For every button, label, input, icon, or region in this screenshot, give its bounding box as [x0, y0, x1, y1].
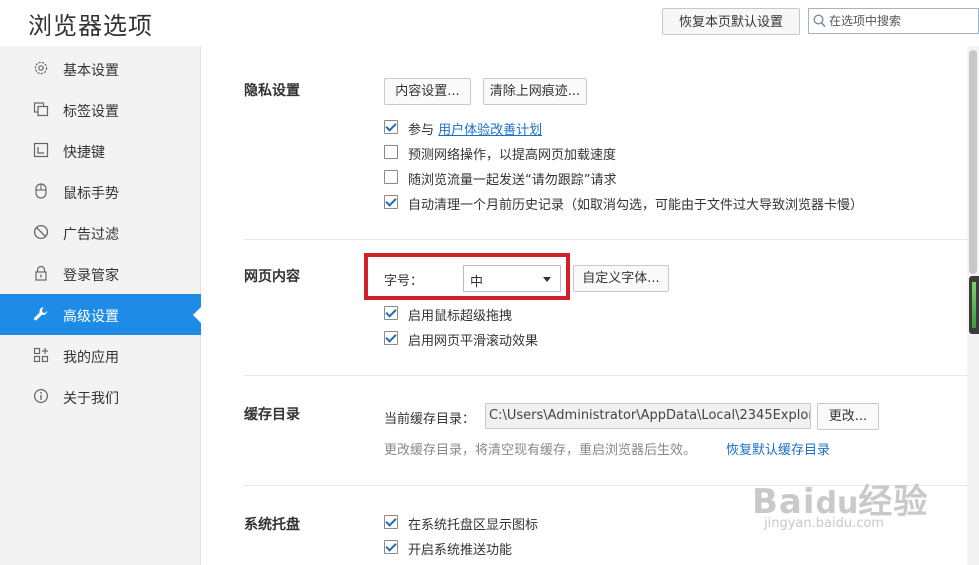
- settings-content: 隐私设置 内容设置... 清除上网痕迹... 参与 用户体验改善计划 预测网络操…: [201, 46, 967, 565]
- gear-icon: [34, 61, 48, 75]
- sidebar-item-label: 广告过滤: [63, 227, 119, 243]
- side-widget: [969, 276, 979, 334]
- ux-program-checkbox[interactable]: [384, 120, 398, 134]
- wrench-icon: [34, 307, 48, 321]
- push-notify-checkbox[interactable]: [384, 540, 398, 554]
- super-drag-checkbox[interactable]: [384, 306, 398, 320]
- divider: [244, 485, 967, 486]
- sidebar-item-shortcuts[interactable]: 快捷键: [0, 130, 201, 171]
- header: 浏览器选项 恢复本页默认设置: [0, 0, 979, 46]
- sidebar-item-advanced[interactable]: 高级设置: [0, 294, 201, 335]
- tray-icon-checkbox[interactable]: [384, 515, 398, 529]
- search-box[interactable]: [808, 8, 979, 34]
- tray-section-title: 系统托盘: [244, 517, 300, 533]
- block-icon: [33, 224, 49, 240]
- apps-icon: [33, 347, 49, 363]
- ux-program-link[interactable]: 用户体验改善计划: [438, 123, 542, 138]
- privacy-section-title: 隐私设置: [244, 83, 300, 99]
- tabs-icon: [33, 102, 49, 117]
- info-icon: [33, 388, 49, 404]
- sidebar-item-label: 我的应用: [63, 350, 119, 366]
- cache-section-title: 缓存目录: [244, 407, 300, 423]
- sidebar-item-label: 快捷键: [63, 145, 105, 161]
- web-content-section-title: 网页内容: [244, 269, 300, 285]
- change-cache-button[interactable]: 更改...: [817, 403, 879, 430]
- sidebar: 基本设置 标签设置 快捷键 鼠标手势 广告过滤 登录管家 高级设置 我的应用 关…: [0, 46, 201, 565]
- sidebar-item-tabs[interactable]: 标签设置: [0, 89, 201, 130]
- keyboard-icon: [33, 142, 49, 158]
- sidebar-item-my-apps[interactable]: 我的应用: [0, 335, 201, 376]
- auto-clean-history-checkbox[interactable]: [384, 195, 398, 209]
- sidebar-item-about[interactable]: 关于我们: [0, 376, 201, 417]
- search-input[interactable]: [829, 12, 977, 30]
- scrollbar-thumb[interactable]: [969, 50, 977, 274]
- sidebar-item-label: 标签设置: [63, 104, 119, 120]
- highlight-annotation: [364, 253, 570, 300]
- search-icon: [813, 14, 826, 28]
- sidebar-item-basic[interactable]: 基本设置: [0, 48, 201, 89]
- sidebar-item-label: 基本设置: [63, 63, 119, 79]
- content-settings-button[interactable]: 内容设置...: [384, 78, 471, 105]
- do-not-track-checkbox[interactable]: [384, 170, 398, 184]
- page-title: 浏览器选项: [28, 12, 153, 40]
- custom-fonts-button[interactable]: 自定义字体...: [573, 265, 669, 292]
- divider: [244, 375, 967, 376]
- sidebar-item-label: 高级设置: [63, 309, 119, 325]
- divider: [244, 239, 967, 240]
- sidebar-item-label: 登录管家: [63, 268, 119, 284]
- restore-defaults-button[interactable]: 恢复本页默认设置: [662, 8, 800, 35]
- mouse-icon: [35, 183, 47, 199]
- sidebar-item-mouse-gestures[interactable]: 鼠标手势: [0, 171, 201, 212]
- smooth-scroll-checkbox[interactable]: [384, 331, 398, 345]
- sidebar-item-login-manager[interactable]: 登录管家: [0, 253, 201, 294]
- cache-path-field[interactable]: C:\Users\Administrator\AppData\Local\234…: [485, 403, 811, 429]
- clear-traces-button[interactable]: 清除上网痕迹...: [483, 78, 587, 105]
- cache-dir-label: 当前缓存目录：: [384, 412, 476, 427]
- cache-hint: 更改缓存目录，将清空现有缓存，重启浏览器后生效。: [384, 443, 697, 458]
- sidebar-item-label: 鼠标手势: [63, 186, 119, 202]
- predict-network-checkbox[interactable]: [384, 145, 398, 159]
- sidebar-item-adblock[interactable]: 广告过滤: [0, 212, 201, 253]
- restore-cache-link[interactable]: 恢复默认缓存目录: [726, 439, 830, 458]
- lock-icon: [35, 265, 47, 281]
- sidebar-item-label: 关于我们: [63, 391, 119, 407]
